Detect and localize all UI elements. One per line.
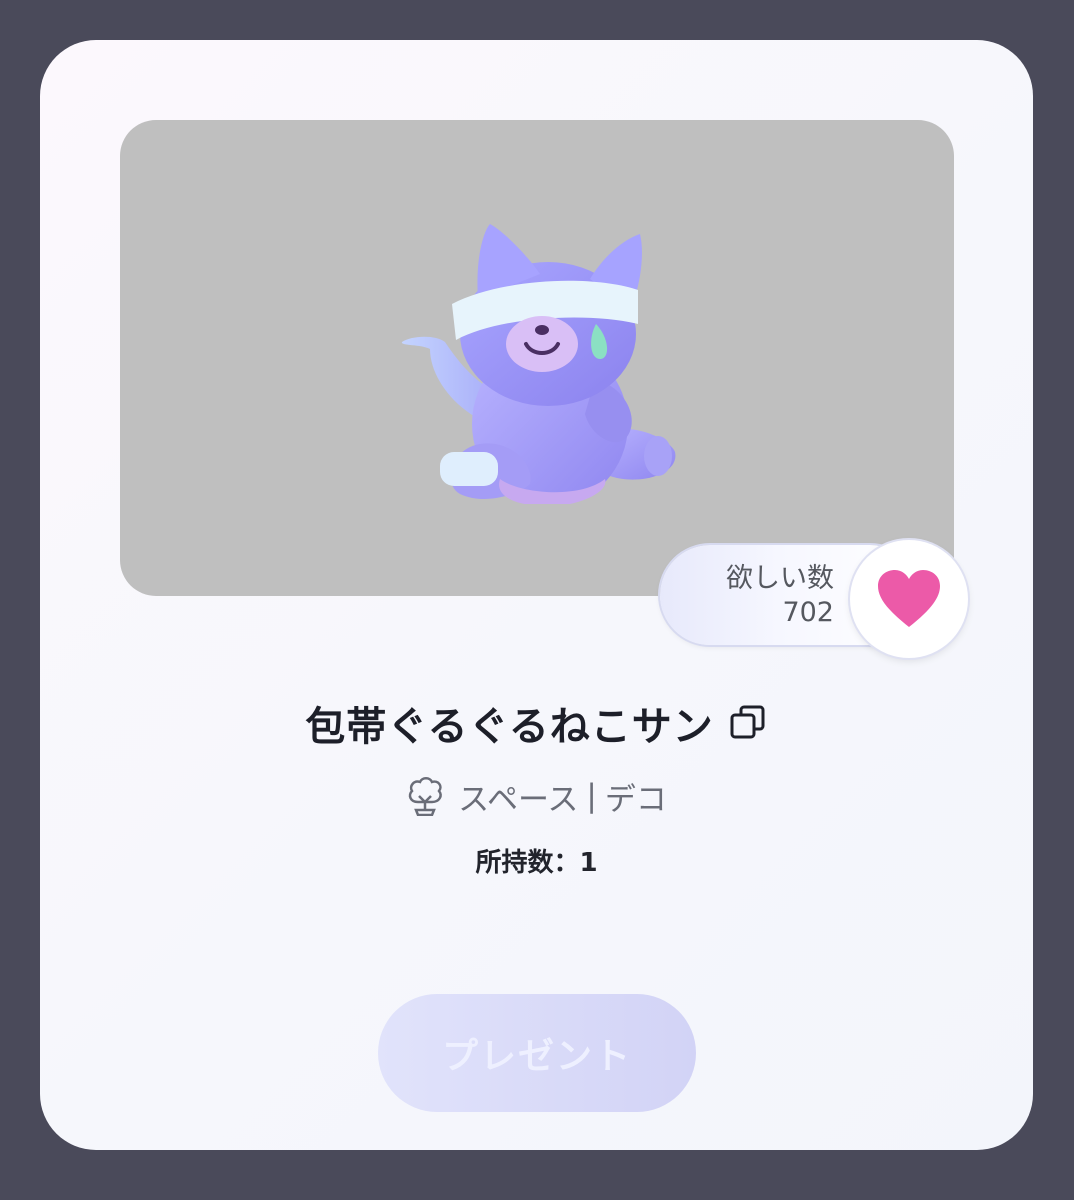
wish-heart-button[interactable]	[850, 540, 968, 658]
item-title: 包帯ぐるぐるねこサン	[305, 704, 714, 750]
item-subcategory: デコ	[604, 781, 667, 818]
category-separator: |	[586, 778, 597, 814]
copy-icon[interactable]	[728, 703, 768, 743]
item-category-row: スペース | デコ	[40, 775, 1033, 818]
bandaged-cat-plush-image	[401, 224, 676, 504]
owned-count: 所持数：1	[475, 847, 598, 878]
present-button[interactable]: プレゼント	[378, 994, 696, 1112]
item-detail-card: 欲しい数 702 包帯ぐるぐるねこサン スペース | デコ 所持数：1 プレゼン…	[40, 40, 1033, 1150]
wish-label: 欲しい数	[726, 563, 834, 594]
wish-count: 702	[782, 597, 834, 628]
item-title-row: 包帯ぐるぐるねこサン	[40, 695, 1033, 751]
tree-icon	[408, 777, 442, 816]
item-category: スペース	[458, 781, 579, 818]
heart-icon	[878, 570, 940, 627]
item-preview	[120, 120, 954, 596]
